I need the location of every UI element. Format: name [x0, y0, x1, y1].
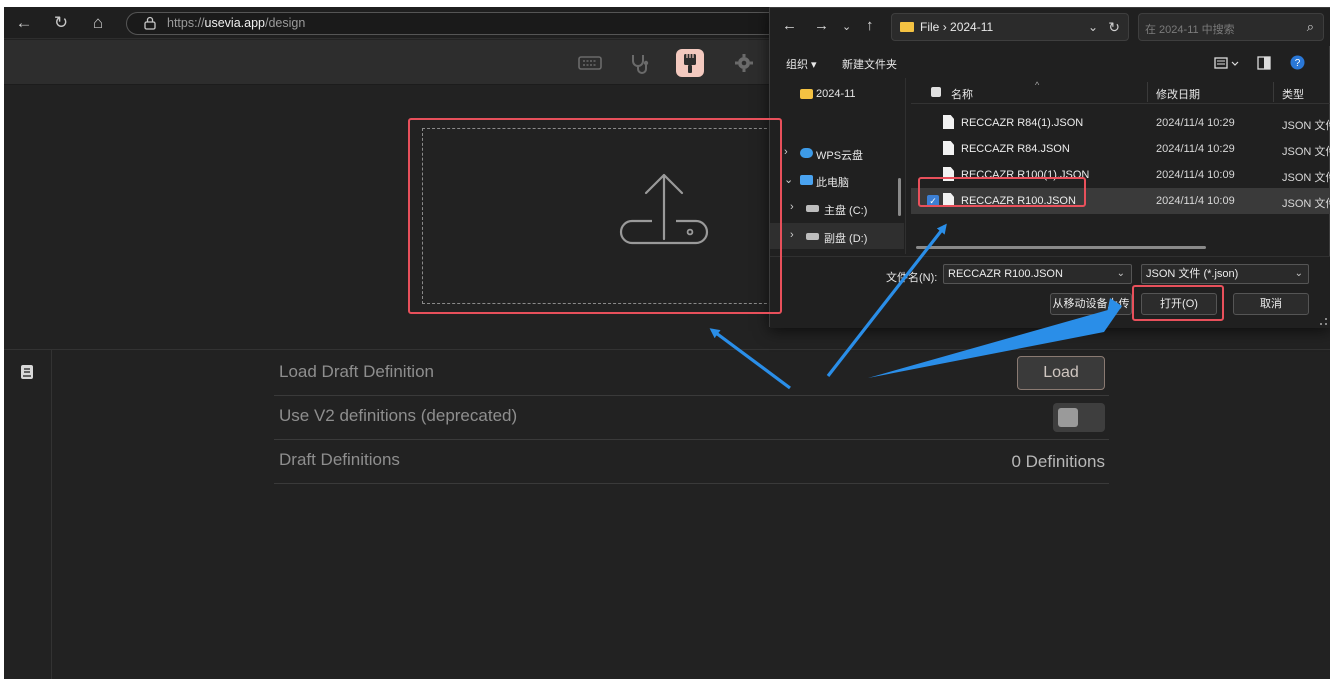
up-arrow-icon[interactable]: ↑: [866, 17, 874, 34]
path-breadcrumb: File › 2024-11: [920, 20, 994, 34]
load-button[interactable]: Load: [1017, 356, 1105, 390]
file-row[interactable]: RECCAZR R100(1).JSON 2024/11/4 10:09 JSO…: [911, 162, 1330, 188]
keyboard-icon[interactable]: [576, 49, 604, 77]
drive-icon: [806, 205, 819, 212]
file-row-selected[interactable]: ✓ RECCAZR R100.JSON 2024/11/4 10:09 JSON…: [911, 188, 1330, 214]
open-button[interactable]: 打开(O): [1141, 293, 1217, 315]
file-icon: [943, 167, 954, 181]
url-text: https://usevia.app/design: [167, 16, 306, 30]
paintbrush-icon: [684, 54, 696, 73]
search-icon: ⌕: [1306, 19, 1314, 34]
tree-item-2024-11[interactable]: 2024-11: [770, 81, 904, 107]
tree-item-drive-d[interactable]: › 副盘 (D:): [770, 223, 904, 249]
home-icon[interactable]: ⌂: [86, 11, 110, 35]
folder-icon: [800, 89, 813, 99]
toggle-knob: [1058, 408, 1078, 427]
recent-chevron-icon[interactable]: ⌄: [842, 20, 851, 33]
sort-caret-icon: ^: [1035, 80, 1040, 90]
chevron-down-icon[interactable]: ⌄: [784, 173, 793, 186]
tree-scrollbar[interactable]: [898, 178, 901, 216]
navigation-pane: 2024-11 › WPS云盘 ⌄ 此电脑 › 主盘 (C:) › 副盘 (D:…: [770, 78, 906, 254]
filename-input[interactable]: RECCAZR R100.JSON ⌄: [943, 264, 1132, 284]
resize-grip[interactable]: [1320, 318, 1327, 325]
chevron-right-icon[interactable]: ›: [784, 146, 788, 158]
use-v2-label: Use V2 definitions (deprecated): [279, 406, 518, 425]
stethoscope-icon[interactable]: [626, 49, 654, 77]
svg-text:?: ?: [1295, 58, 1301, 69]
load-draft-row: Load Draft Definition Load: [274, 352, 1109, 396]
refresh-icon[interactable]: ↻: [1108, 19, 1120, 36]
use-v2-toggle[interactable]: [1053, 403, 1105, 432]
chevron-down-icon[interactable]: ⌄: [1295, 265, 1303, 283]
dialog-nav-bar: ← → ⌄ ↑ File › 2024-11 ⌄ ↻ 在 2024-11 中搜索…: [770, 8, 1330, 46]
design-settings-panel: Load Draft Definition Load Use V2 defini…: [4, 349, 1330, 679]
design-tool-button[interactable]: [676, 49, 704, 77]
filetype-value: JSON 文件 (*.json): [1146, 268, 1239, 280]
cloud-icon: [800, 148, 813, 158]
new-folder-button[interactable]: 新建文件夹: [842, 56, 897, 72]
column-name[interactable]: 名称: [951, 86, 973, 102]
draft-definitions-label: Draft Definitions: [279, 450, 400, 469]
preview-pane-icon[interactable]: [1257, 56, 1271, 70]
draft-definitions-row: Draft Definitions 0 Definitions: [274, 440, 1109, 484]
file-icon: [943, 193, 954, 207]
chevron-right-icon[interactable]: ›: [790, 201, 794, 213]
chevron-down-icon[interactable]: ⌄: [1088, 20, 1098, 34]
column-type[interactable]: 类型: [1282, 86, 1304, 102]
select-all-checkbox[interactable]: [931, 87, 941, 97]
tree-item-drive-c[interactable]: › 主盘 (C:): [770, 195, 904, 221]
file-icon: [943, 141, 954, 155]
use-v2-row: Use V2 definitions (deprecated): [274, 396, 1109, 440]
back-arrow-icon[interactable]: ←: [782, 17, 797, 34]
file-list-header: 名称 ^ 修改日期 类型: [911, 78, 1330, 104]
column-separator: [1147, 82, 1148, 102]
path-bar[interactable]: File › 2024-11 ⌄ ↻: [891, 13, 1129, 41]
back-arrow-icon[interactable]: ←: [12, 11, 36, 35]
app-window: ← ↻ ⌂ https://usevia.app/design Load Dra…: [4, 7, 1330, 679]
dialog-footer: 文件名(N): RECCAZR R100.JSON ⌄ JSON 文件 (*.j…: [770, 256, 1330, 328]
computer-icon: [800, 175, 813, 185]
tree-item-this-pc[interactable]: ⌄ 此电脑: [770, 167, 904, 193]
column-separator: [1273, 82, 1274, 102]
help-icon[interactable]: ?: [1290, 55, 1305, 70]
file-open-dialog: ← → ⌄ ↑ File › 2024-11 ⌄ ↻ 在 2024-11 中搜索…: [769, 7, 1330, 328]
filename-label: 文件名(N):: [886, 272, 938, 284]
forward-arrow-icon[interactable]: →: [814, 17, 829, 34]
cancel-button[interactable]: 取消: [1233, 293, 1309, 315]
address-bar[interactable]: https://usevia.app/design: [126, 12, 826, 35]
folder-icon: [900, 22, 914, 32]
file-row[interactable]: RECCAZR R84(1).JSON 2024/11/4 10:29 JSON…: [911, 110, 1330, 136]
dialog-command-bar: 组织 ▾ 新建文件夹 ?: [770, 48, 1330, 78]
search-input[interactable]: 在 2024-11 中搜索 ⌕: [1138, 13, 1324, 41]
horizontal-scrollbar[interactable]: [916, 246, 1206, 249]
filename-value: RECCAZR R100.JSON: [948, 268, 1063, 280]
view-menu-icon[interactable]: [1214, 56, 1240, 70]
organize-menu[interactable]: 组织 ▾: [786, 56, 817, 72]
mobile-upload-button[interactable]: 从移动设备上传: [1050, 293, 1132, 315]
load-draft-label: Load Draft Definition: [279, 362, 434, 381]
chevron-down-icon[interactable]: ⌄: [1117, 265, 1125, 283]
site-info-icon[interactable]: [143, 16, 157, 30]
tree-item-wps-cloud[interactable]: › WPS云盘: [770, 140, 904, 166]
search-placeholder: 在 2024-11 中搜索: [1145, 24, 1235, 36]
draft-definitions-count: 0 Definitions: [1011, 452, 1105, 471]
book-icon[interactable]: [20, 364, 34, 380]
chevron-right-icon[interactable]: ›: [790, 229, 794, 241]
file-row[interactable]: RECCAZR R84.JSON 2024/11/4 10:29 JSON 文件: [911, 136, 1330, 162]
reload-icon[interactable]: ↻: [49, 11, 73, 35]
definition-drop-zone[interactable]: [422, 128, 782, 304]
left-rail: [4, 350, 52, 679]
file-list: 名称 ^ 修改日期 类型 RECCAZR R84(1).JSON 2024/11…: [911, 78, 1330, 254]
gear-icon[interactable]: [730, 49, 758, 77]
drive-icon: [806, 233, 819, 240]
checkmark-icon[interactable]: ✓: [927, 195, 939, 207]
upload-icon: [619, 173, 709, 245]
column-date[interactable]: 修改日期: [1156, 86, 1200, 102]
filetype-select[interactable]: JSON 文件 (*.json) ⌄: [1141, 264, 1309, 284]
file-icon: [943, 115, 954, 129]
